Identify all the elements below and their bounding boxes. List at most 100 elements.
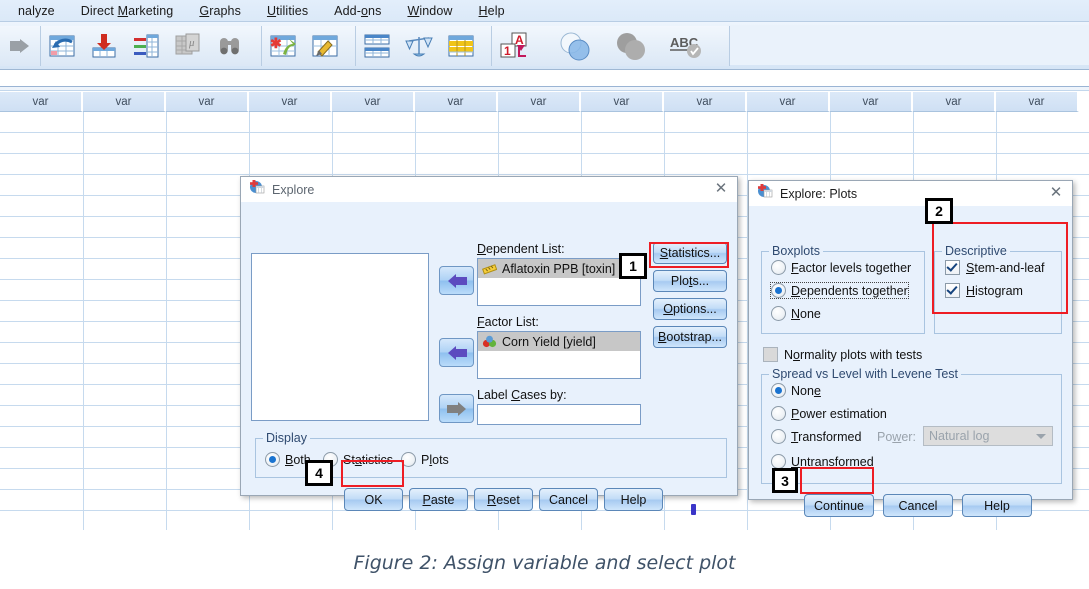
radio-boxplots-none[interactable]: None (771, 306, 821, 321)
grid-column-header[interactable]: var (996, 92, 1079, 112)
radio-dot-icon (771, 283, 786, 298)
paste-button[interactable]: Paste (409, 488, 468, 511)
value-labels-icon[interactable]: A 1 (492, 27, 548, 65)
select-cases-icon[interactable] (440, 27, 482, 65)
grid-column-header[interactable]: var (664, 92, 747, 112)
explore-dialog-titlebar[interactable]: Explore ✕ (241, 177, 737, 202)
radio-dot-icon (401, 452, 416, 467)
grid-column-header[interactable]: var (913, 92, 996, 112)
menu-item-add-ons[interactable]: Add-ons (334, 4, 381, 18)
grid-column-header[interactable]: var (498, 92, 581, 112)
open-file-icon[interactable] (0, 27, 40, 65)
menu-item-utilities[interactable]: Utilities (267, 4, 308, 18)
move-to-label-cases-button[interactable] (439, 394, 474, 423)
help-button[interactable]: Help (962, 494, 1032, 517)
list-item[interactable]: Aflatoxin PPB [toxin] (478, 259, 640, 278)
bootstrap-button[interactable]: Bootstrap... (653, 326, 727, 348)
radio-dot-icon (771, 383, 786, 398)
use-variable-sets-icon[interactable] (548, 27, 604, 65)
badge-2: 2 (925, 198, 953, 224)
menu-item-help[interactable]: Help (479, 4, 505, 18)
menu-item-label: nalyze (18, 3, 55, 18)
continue-button[interactable]: Continue (804, 494, 874, 517)
spread-group-title: Spread vs Level with Levene Test (769, 367, 961, 381)
find-icon[interactable] (209, 27, 251, 65)
statistics-button[interactable]: Statistics... (653, 242, 727, 264)
list-item-label: Aflatoxin PPB [toxin] (502, 261, 616, 276)
radio-dependents-together[interactable]: Dependents together (770, 282, 909, 299)
grid-column-header[interactable]: var (83, 92, 166, 112)
grid-top-border (0, 86, 1089, 91)
export-icon[interactable]: μ (167, 27, 209, 65)
radio-display-both[interactable]: Both (265, 452, 311, 467)
grid-column-header[interactable]: var (166, 92, 249, 112)
recall-dialog-icon[interactable] (41, 27, 83, 65)
menu-item-graphs[interactable]: Graphs (199, 4, 241, 18)
grid-column-header[interactable]: var (332, 92, 415, 112)
checkbox-histogram[interactable]: Histogram (945, 283, 1023, 298)
menu-item-window[interactable]: Window (407, 4, 452, 18)
split-file-icon[interactable] (356, 27, 398, 65)
explore-dialog: Explore ✕ Dependent List: Aflatoxin PPB … (240, 176, 738, 511)
radio-dot-icon (771, 454, 786, 469)
dependent-list-box[interactable]: Aflatoxin PPB [toxin] (477, 258, 641, 306)
close-icon[interactable]: ✕ (713, 181, 729, 197)
cancel-button[interactable]: Cancel (883, 494, 953, 517)
menu-item-analyze[interactable]: nalyze (18, 4, 55, 18)
figure-caption: Figure 2: Assign variable and select plo… (353, 552, 736, 574)
radio-spread-none[interactable]: None (771, 383, 821, 398)
toolbar-group-1 (0, 26, 41, 66)
grid-column-header[interactable]: var (581, 92, 664, 112)
list-item-label: Corn Yield [yield] (502, 334, 596, 349)
radio-power-estimation[interactable]: Power estimation (771, 406, 887, 421)
plots-dialog-titlebar[interactable]: Explore: Plots ✕ (749, 181, 1072, 206)
radio-factor-levels-together[interactable]: Factor levels together (771, 260, 911, 275)
cancel-button[interactable]: Cancel (539, 488, 598, 511)
arrow-right-icon (446, 401, 466, 416)
radio-display-plots[interactable]: Plots (401, 452, 449, 467)
help-button[interactable]: Help (604, 488, 663, 511)
grid-row[interactable] (0, 133, 1089, 154)
show-all-variables-icon[interactable] (604, 27, 660, 65)
radio-display-statistics[interactable]: Statistics (323, 452, 393, 467)
grid-row[interactable] (0, 154, 1089, 175)
spell-check-icon[interactable]: ABC (660, 27, 716, 65)
power-combobox[interactable]: Natural log (923, 426, 1053, 446)
checkbox-normality-plots[interactable]: Normality plots with tests (763, 347, 922, 362)
options-button[interactable]: Options... (653, 298, 727, 320)
grid-column-header[interactable]: var (415, 92, 498, 112)
weight-cases-icon[interactable] (398, 27, 440, 65)
source-variable-list[interactable] (251, 253, 429, 421)
ok-button[interactable]: OK (344, 488, 403, 511)
move-to-factor-button[interactable] (439, 338, 474, 367)
toolbar-group-4 (356, 26, 492, 66)
print-icon[interactable] (125, 27, 167, 65)
checkbox-stem-and-leaf[interactable]: Stem-and-leaf (945, 260, 1045, 275)
grid-column-headers: var var var var var var var var var var var var var (0, 92, 1089, 112)
grid-column-header[interactable]: var (0, 92, 83, 112)
grid-column-header[interactable]: var (830, 92, 913, 112)
radio-untransformed[interactable]: Untransformed (771, 454, 874, 469)
chevron-down-icon (1036, 434, 1046, 439)
factor-list-box[interactable]: Corn Yield [yield] (477, 331, 641, 379)
menu-item-direct-marketing[interactable]: Direct Marketing (81, 4, 174, 18)
list-item[interactable]: Corn Yield [yield] (478, 332, 640, 351)
grid-row[interactable] (0, 112, 1089, 133)
reset-button[interactable]: Reset (474, 488, 533, 511)
arrow-left-icon (447, 273, 467, 288)
ruler-scale-icon (482, 262, 497, 275)
grid-column-header[interactable]: var (249, 92, 332, 112)
plots-button[interactable]: Plots... (653, 270, 727, 292)
nominal-variable-icon (482, 335, 497, 348)
insert-case-icon[interactable]: ✱ (262, 27, 304, 65)
move-to-dependent-button[interactable] (439, 266, 474, 295)
insert-variable-icon[interactable] (304, 27, 346, 65)
save-file-icon[interactable] (83, 27, 125, 65)
toolbar: μ ✱ A 1 ABC (0, 22, 1089, 70)
close-icon[interactable]: ✕ (1048, 185, 1064, 201)
radio-transformed[interactable]: Transformed (771, 429, 861, 444)
label-cases-box[interactable] (477, 404, 641, 425)
grid-column-header[interactable]: var (747, 92, 830, 112)
toolbar-group-3: ✱ (262, 26, 356, 66)
explore-dialog-title: Explore (272, 182, 315, 197)
